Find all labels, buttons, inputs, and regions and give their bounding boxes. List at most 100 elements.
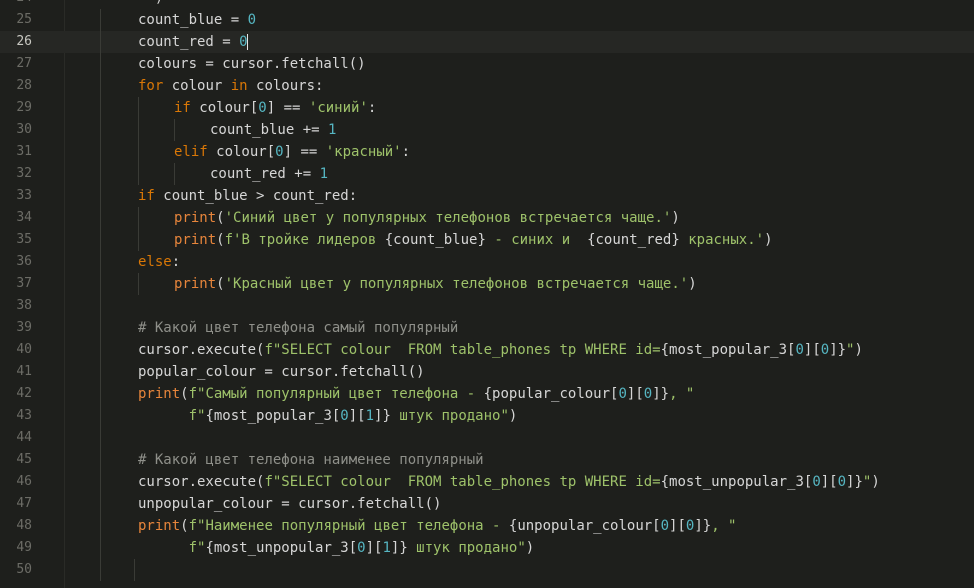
code-text[interactable]: print('Красный цвет у популярных телефон… (174, 273, 697, 295)
code-line[interactable]: 37 print('Красный цвет у популярных телеф… (0, 273, 974, 295)
code-text[interactable]: for colour in colours: (138, 75, 323, 97)
code-line[interactable]: 36 else: (0, 251, 974, 273)
code-line[interactable]: 33 if count_blue > count_red: (0, 185, 974, 207)
code-text[interactable]: print(f"Самый популярный цвет телефона -… (138, 383, 694, 405)
code-line[interactable]: 48 print(f"Наименее популярный цвет телеф… (0, 515, 974, 537)
line-number: 39 (16, 320, 32, 335)
code-line[interactable]: 35 print(f'В тройке лидеров {count_blue} … (0, 229, 974, 251)
code-editor[interactable]: 24 ) 25 count_blue = 0 26 count_red = 0 27 col… (0, 0, 974, 588)
code-token: 0 (812, 474, 821, 490)
indent-guide (138, 97, 139, 119)
line-number: 38 (16, 298, 32, 313)
code-line[interactable]: 49 f"{most_unpopular_3[0][1]} штук прода… (0, 537, 974, 559)
line-number: 25 (16, 12, 32, 27)
code-text[interactable]: if colour[0] == 'синий': (174, 97, 376, 119)
code-token: count_red = (138, 34, 240, 50)
code-lines[interactable]: 24 ) 25 count_blue = 0 26 count_red = 0 27 col… (0, 0, 974, 581)
code-line[interactable]: 50 (0, 559, 974, 581)
code-token: : (367, 100, 377, 116)
code-line[interactable]: 46 cursor.execute(f"SELECT colour FROM ta… (0, 471, 974, 493)
code-text[interactable]: count_blue += 1 (210, 119, 336, 141)
code-text[interactable]: cursor.execute(f"SELECT colour FROM tabl… (138, 339, 863, 361)
code-line[interactable]: 34 print('Синий цвет у популярных телефон… (0, 207, 974, 229)
code-text[interactable]: colours = cursor.fetchall() (138, 53, 366, 75)
line-number: 37 (16, 276, 32, 291)
code-text[interactable]: print(f"Наименее популярный цвет телефон… (138, 515, 737, 537)
code-token: , " (711, 518, 737, 534)
line-number: 42 (16, 386, 32, 401)
line-number: 36 (16, 254, 32, 269)
code-token: ]} (846, 474, 863, 490)
line-number: 49 (16, 540, 32, 555)
code-text[interactable]: unpopular_colour = cursor.fetchall() (138, 493, 441, 515)
code-token: # Какой цвет телефона наименее популярны… (138, 452, 484, 468)
code-text[interactable]: count_blue = 0 (138, 9, 256, 31)
code-token: ( (180, 386, 189, 402)
code-token: f"Наименее популярный цвет телефона - (188, 518, 509, 534)
line-number: 24 (0, 0, 32, 9)
code-token: popular_colour = cursor.fetchall() (138, 364, 425, 380)
code-line[interactable]: 41 popular_colour = cursor.fetchall() (0, 361, 974, 383)
code-token: 0 (660, 518, 670, 534)
code-text[interactable]: # Какой цвет телефона наименее популярны… (138, 449, 484, 471)
code-token: ] == (283, 144, 326, 160)
code-line[interactable]: 42 print(f"Самый популярный цвет телефона… (0, 383, 974, 405)
code-line[interactable]: 26 count_red = 0 (0, 31, 974, 53)
code-text[interactable]: cursor.execute(f"SELECT colour FROM tabl… (138, 471, 880, 493)
code-token: {most_unpopular_3[ (660, 474, 813, 490)
code-token: 0 (643, 386, 653, 402)
code-token: ) (671, 210, 680, 226)
code-line[interactable]: 29 if colour[0] == 'синий': (0, 97, 974, 119)
code-token: красных.' (679, 232, 765, 248)
code-token: print (174, 232, 217, 248)
line-number: 31 (16, 144, 32, 159)
line-number: 34 (16, 210, 32, 225)
code-text[interactable]: print(f'В тройке лидеров {count_blue} - … (174, 229, 773, 251)
indent-guide (100, 317, 101, 339)
code-token: {most_popular_3[ (205, 408, 341, 424)
code-line[interactable]: 47 unpopular_colour = cursor.fetchall() (0, 493, 974, 515)
indent-guide (100, 273, 101, 295)
code-line[interactable]: 25 count_blue = 0 (0, 9, 974, 31)
code-text[interactable]: elif colour[0] == 'красный': (174, 141, 410, 163)
code-line[interactable]: 28 for colour in colours: (0, 75, 974, 97)
code-line[interactable]: 27 colours = cursor.fetchall() (0, 53, 974, 75)
code-token: ] == (266, 100, 309, 116)
code-text[interactable]: else: (138, 251, 180, 273)
code-token: 0 (357, 540, 366, 556)
code-line[interactable]: 43 f"{most_popular_3[0][1]} штук продано… (0, 405, 974, 427)
code-token: count_red += (210, 166, 320, 182)
code-text[interactable]: f"{most_popular_3[0][1]} штук продано") (138, 405, 518, 427)
indent-guide (138, 163, 139, 185)
code-line[interactable]: 24 ) (0, 0, 974, 9)
code-line[interactable]: 40 cursor.execute(f"SELECT colour FROM ta… (0, 339, 974, 361)
code-text[interactable]: print('Синий цвет у популярных телефонов… (174, 207, 680, 229)
code-text[interactable]: if count_blue > count_red: (138, 185, 357, 207)
indent-guide (100, 229, 101, 251)
code-token: ][ (365, 540, 383, 556)
code-token: f'В тройке лидеров (224, 232, 385, 248)
code-text[interactable]: popular_colour = cursor.fetchall() (138, 361, 425, 383)
code-token: f" (138, 408, 206, 424)
code-text[interactable]: count_red += 1 (210, 163, 328, 185)
code-token: 0 (837, 474, 847, 490)
code-line[interactable]: 39 # Какой цвет телефона самый популярный (0, 317, 974, 339)
code-token: 0 (258, 100, 267, 116)
indent-guide (134, 559, 135, 581)
code-line[interactable]: 44 (0, 427, 974, 449)
line-number: 43 (16, 408, 32, 423)
line-number: 33 (16, 188, 32, 203)
code-line[interactable]: 32 count_red += 1 (0, 163, 974, 185)
indent-guide (100, 449, 101, 471)
code-text[interactable]: f"{most_unpopular_3[0][1]} штук продано"… (138, 537, 535, 559)
code-token: ) (525, 540, 535, 556)
code-line[interactable]: 45 # Какой цвет телефона наименее популяр… (0, 449, 974, 471)
code-line[interactable]: 30 count_blue += 1 (0, 119, 974, 141)
code-text[interactable]: ) (138, 0, 163, 9)
code-line[interactable]: 31 elif colour[0] == 'красный': (0, 141, 974, 163)
code-token: f" (138, 540, 206, 556)
code-text[interactable]: # Какой цвет телефона самый популярный (138, 317, 458, 339)
code-token: colour (163, 78, 231, 94)
code-line[interactable]: 38 (0, 295, 974, 317)
code-text[interactable]: count_red = 0 (138, 31, 248, 53)
